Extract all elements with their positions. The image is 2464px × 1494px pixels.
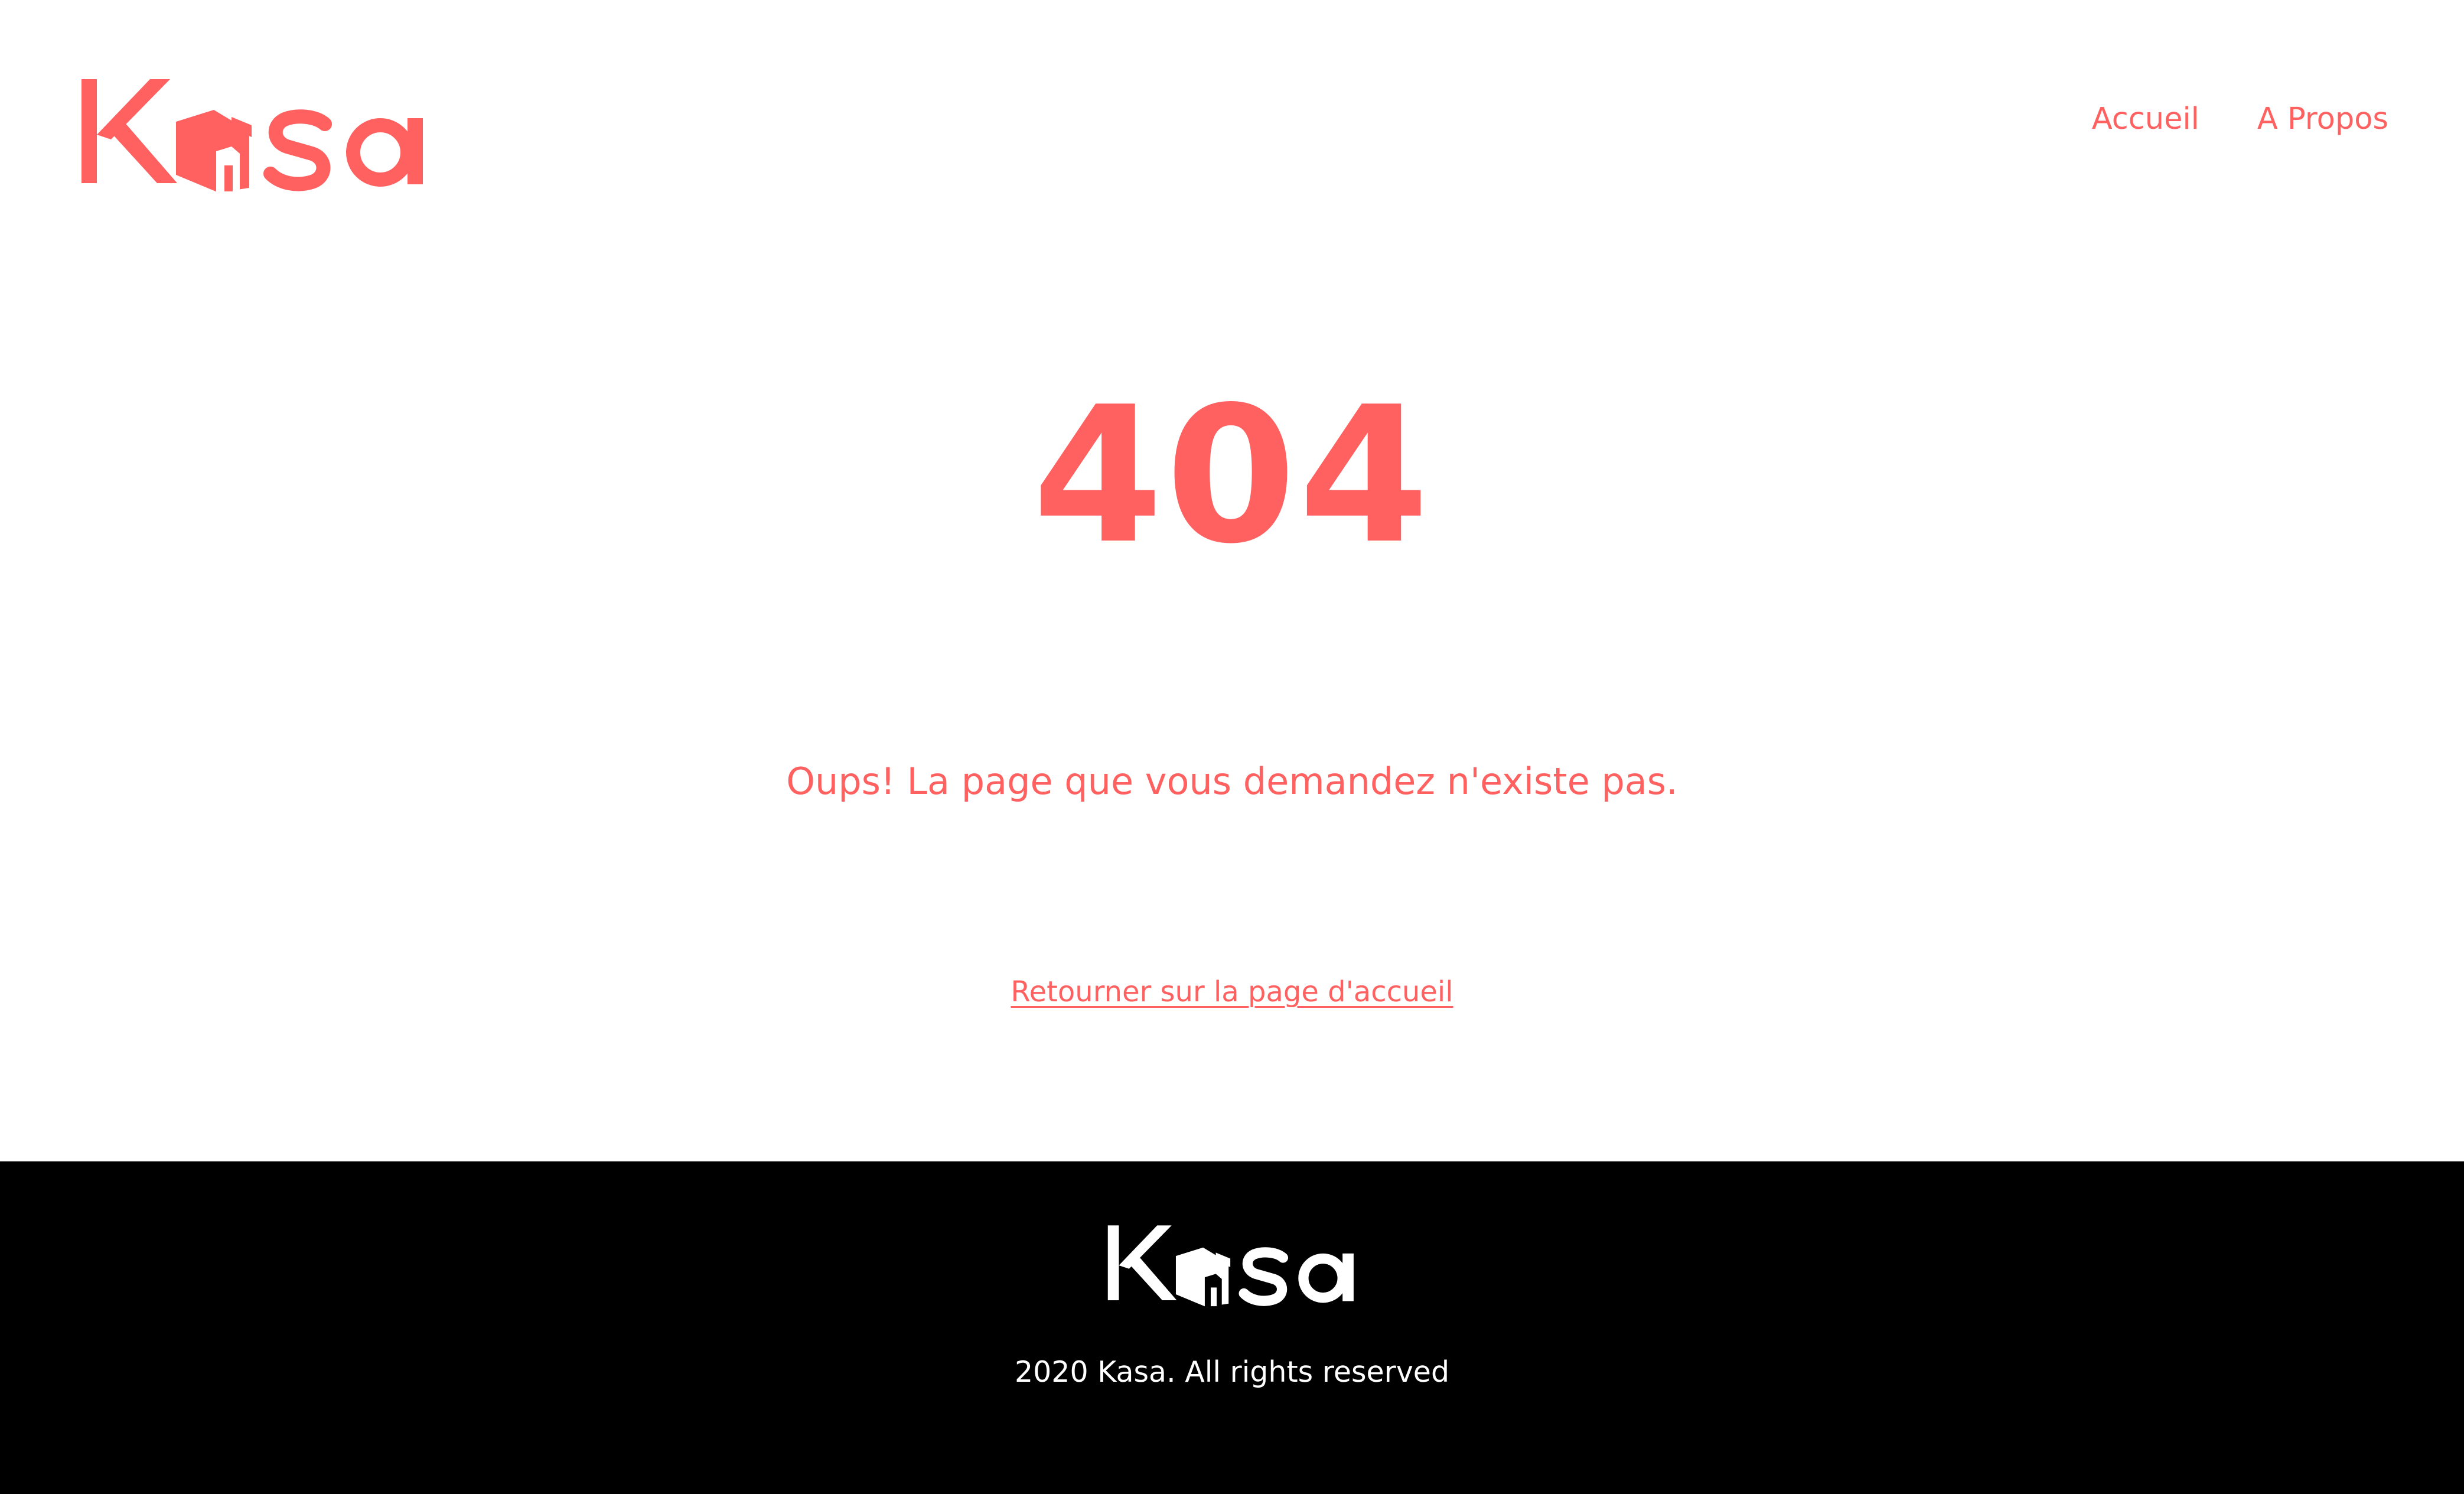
kasa-logo-graphic [82,79,423,193]
back-link-container: Retourner sur la page d'accueil [0,971,2464,1013]
error-message: Oups! La page que vous demandez n'existe… [786,760,1678,803]
nav-link-accueil[interactable]: Accueil [2092,102,2199,136]
site-header: Accueil A Propos [0,0,2464,260]
footer-logo-graphic [1107,1225,1354,1307]
error-code: 404 [1032,366,1432,585]
back-to-home-link[interactable]: Retourner sur la page d'accueil [1011,975,1453,1008]
kasa-logo[interactable] [77,76,431,194]
footer-copyright: 2020 Kasa. All rights reserved [1014,1355,1450,1389]
site-footer: 2020 Kasa. All rights reserved [0,1161,2464,1494]
main-nav: Accueil A Propos [2092,102,2388,136]
footer-kasa-logo [1102,1223,1362,1308]
nav-link-a-propos[interactable]: A Propos [2257,102,2388,136]
